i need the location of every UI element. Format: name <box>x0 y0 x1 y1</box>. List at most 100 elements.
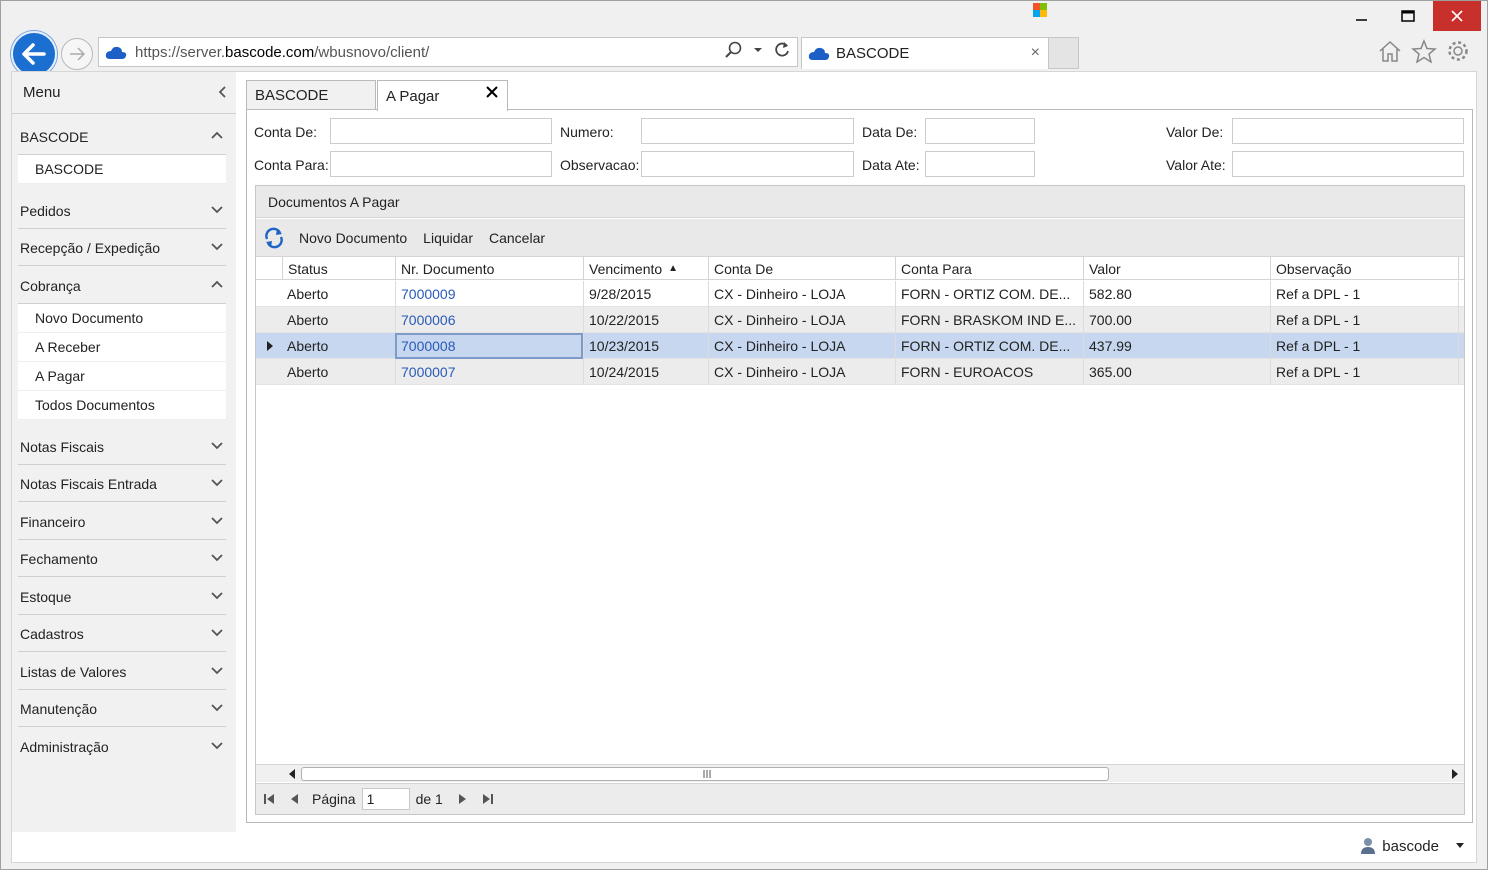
page-tabs: BASCODE A Pagar <box>246 80 1478 111</box>
sidebar-section-pedidos[interactable]: Pedidos <box>18 193 226 229</box>
sidebar-section-administracao[interactable]: Administração <box>18 729 226 765</box>
app-content: Menu BASCODE BASCODE Pedidos Recepção / … <box>11 71 1477 863</box>
sidebar-section-listas-de-valores[interactable]: Listas de Valores <box>18 654 226 690</box>
address-url: https://server.bascode.com/wbusnovo/clie… <box>135 43 430 61</box>
sidebar-section-financeiro[interactable]: Financeiro <box>18 504 226 540</box>
sidebar-section-bascode[interactable]: BASCODE <box>18 119 226 155</box>
previous-page-icon[interactable] <box>290 793 300 805</box>
tab-a-pagar[interactable]: A Pagar <box>377 80 508 111</box>
sidebar-item-todos-documentos[interactable]: Todos Documentos <box>18 391 226 420</box>
chevron-down-icon <box>211 592 223 600</box>
novo-documento-button[interactable]: Novo Documento <box>299 230 407 246</box>
home-icon[interactable] <box>1377 39 1403 63</box>
data-ate-input[interactable] <box>925 151 1035 177</box>
horizontal-scrollbar[interactable] <box>256 764 1464 782</box>
sidebar-item-bascode[interactable]: BASCODE <box>18 155 226 184</box>
chevron-left-icon[interactable] <box>218 85 228 99</box>
menu-header[interactable]: Menu <box>12 72 236 114</box>
user-menu[interactable]: bascode <box>1360 837 1465 855</box>
grid-header: Status Nr. Documento Vencimento ▲ Conta D… <box>256 256 1464 280</box>
sidebar-section-notas-fiscais[interactable]: Notas Fiscais <box>18 429 226 465</box>
page-input[interactable]: 1 <box>361 788 410 810</box>
browser-tab[interactable]: BASCODE × <box>801 37 1049 69</box>
refresh-icon[interactable] <box>263 227 285 249</box>
close-window-button[interactable] <box>1433 1 1481 31</box>
column-header-nr-documento[interactable]: Nr. Documento <box>395 257 583 280</box>
column-header-status[interactable]: Status <box>282 257 395 280</box>
forward-button[interactable] <box>61 38 93 70</box>
sidebar-section-estoque[interactable]: Estoque <box>18 579 226 615</box>
cancelar-button[interactable]: Cancelar <box>489 230 545 246</box>
scroll-left-icon[interactable] <box>288 769 296 779</box>
new-tab-button[interactable] <box>1049 37 1079 69</box>
sidebar-item-a-receber[interactable]: A Receber <box>18 333 226 362</box>
grid-toolbar: Novo Documento Liquidar Cancelar <box>256 219 1464 256</box>
conta-de-label: Conta De: <box>254 124 318 140</box>
sidebar-item-novo-documento[interactable]: Novo Documento <box>18 304 226 333</box>
sidebar-section-manutencao[interactable]: Manutenção <box>18 691 226 727</box>
chevron-down-icon <box>211 243 223 251</box>
column-header-valor[interactable]: Valor <box>1083 257 1270 280</box>
search-icon[interactable] <box>725 41 743 59</box>
refresh-icon[interactable] <box>773 41 791 59</box>
address-bar[interactable]: https://server.bascode.com/wbusnovo/clie… <box>98 37 798 67</box>
valor-ate-input[interactable] <box>1232 151 1464 177</box>
next-page-icon[interactable] <box>457 793 467 805</box>
column-header-conta-para[interactable]: Conta Para <box>895 257 1083 280</box>
grid-title-bar: Documentos A Pagar <box>256 186 1464 218</box>
status-bar: bascode <box>11 831 1477 861</box>
table-row[interactable]: Aberto 7000006 10/22/2015 CX - Dinheiro … <box>256 307 1464 333</box>
chevron-down-icon <box>211 442 223 450</box>
table-row[interactable]: Aberto 7000007 10/24/2015 CX - Dinheiro … <box>256 359 1464 385</box>
sidebar-section-fechamento[interactable]: Fechamento <box>18 541 226 577</box>
conta-para-input[interactable] <box>330 151 552 177</box>
minimize-button[interactable] <box>1339 1 1385 31</box>
cloud-icon <box>808 47 830 60</box>
last-page-icon[interactable] <box>481 793 493 805</box>
first-page-icon[interactable] <box>264 793 276 805</box>
document-link[interactable]: 7000006 <box>395 307 583 333</box>
dropdown-arrow-icon[interactable] <box>753 46 763 54</box>
column-header-vencimento[interactable]: Vencimento ▲ <box>583 257 708 280</box>
maximize-button[interactable] <box>1385 1 1431 31</box>
document-link[interactable]: 7000007 <box>395 359 583 385</box>
sidebar-section-cobranca[interactable]: Cobrança <box>18 268 226 304</box>
user-name: bascode <box>1382 837 1439 855</box>
table-row-selected[interactable]: Aberto 7000008 10/23/2015 CX - Dinheiro … <box>256 333 1464 359</box>
column-header-observacao[interactable]: Observação <box>1270 257 1458 280</box>
data-ate-label: Data Ate: <box>862 157 920 173</box>
conta-de-input[interactable] <box>330 118 552 144</box>
page-label: Página <box>312 791 356 807</box>
observacao-input[interactable] <box>641 151 854 177</box>
sidebar-section-notas-fiscais-entrada[interactable]: Notas Fiscais Entrada <box>18 466 226 502</box>
chevron-down-icon <box>211 479 223 487</box>
document-link[interactable]: 7000009 <box>395 281 583 307</box>
column-header-conta-de[interactable]: Conta De <box>708 257 895 280</box>
sidebar-item-a-pagar[interactable]: A Pagar <box>18 362 226 391</box>
chevron-down-icon <box>211 742 223 750</box>
chevron-down-icon <box>211 554 223 562</box>
valor-ate-label: Valor Ate: <box>1166 157 1226 173</box>
page-count: de 1 <box>415 791 443 807</box>
sidebar-section-cadastros[interactable]: Cadastros <box>18 616 226 652</box>
chevron-down-icon <box>211 206 223 214</box>
user-icon <box>1361 838 1376 854</box>
sort-asc-icon: ▲ <box>668 263 679 274</box>
chevron-down-icon <box>211 629 223 637</box>
numero-input[interactable] <box>641 118 854 144</box>
tab-bascode[interactable]: BASCODE <box>246 80 376 110</box>
table-row[interactable]: Aberto 7000009 9/28/2015 CX - Dinheiro -… <box>256 281 1464 307</box>
scroll-right-icon[interactable] <box>1451 769 1459 779</box>
data-de-input[interactable] <box>925 118 1035 144</box>
document-link[interactable]: 7000008 <box>395 333 583 359</box>
close-icon[interactable] <box>485 85 499 99</box>
star-icon[interactable] <box>1411 39 1437 63</box>
conta-para-label: Conta Para: <box>254 157 329 173</box>
grid-title: Documentos A Pagar <box>268 193 400 210</box>
sidebar-section-recepcao[interactable]: Recepção / Expedição <box>18 230 226 266</box>
valor-de-input[interactable] <box>1232 118 1464 144</box>
close-tab-icon[interactable]: × <box>1031 44 1040 62</box>
observacao-label: Observacao: <box>560 157 640 173</box>
gear-icon[interactable] <box>1445 39 1471 63</box>
liquidar-button[interactable]: Liquidar <box>423 230 473 246</box>
